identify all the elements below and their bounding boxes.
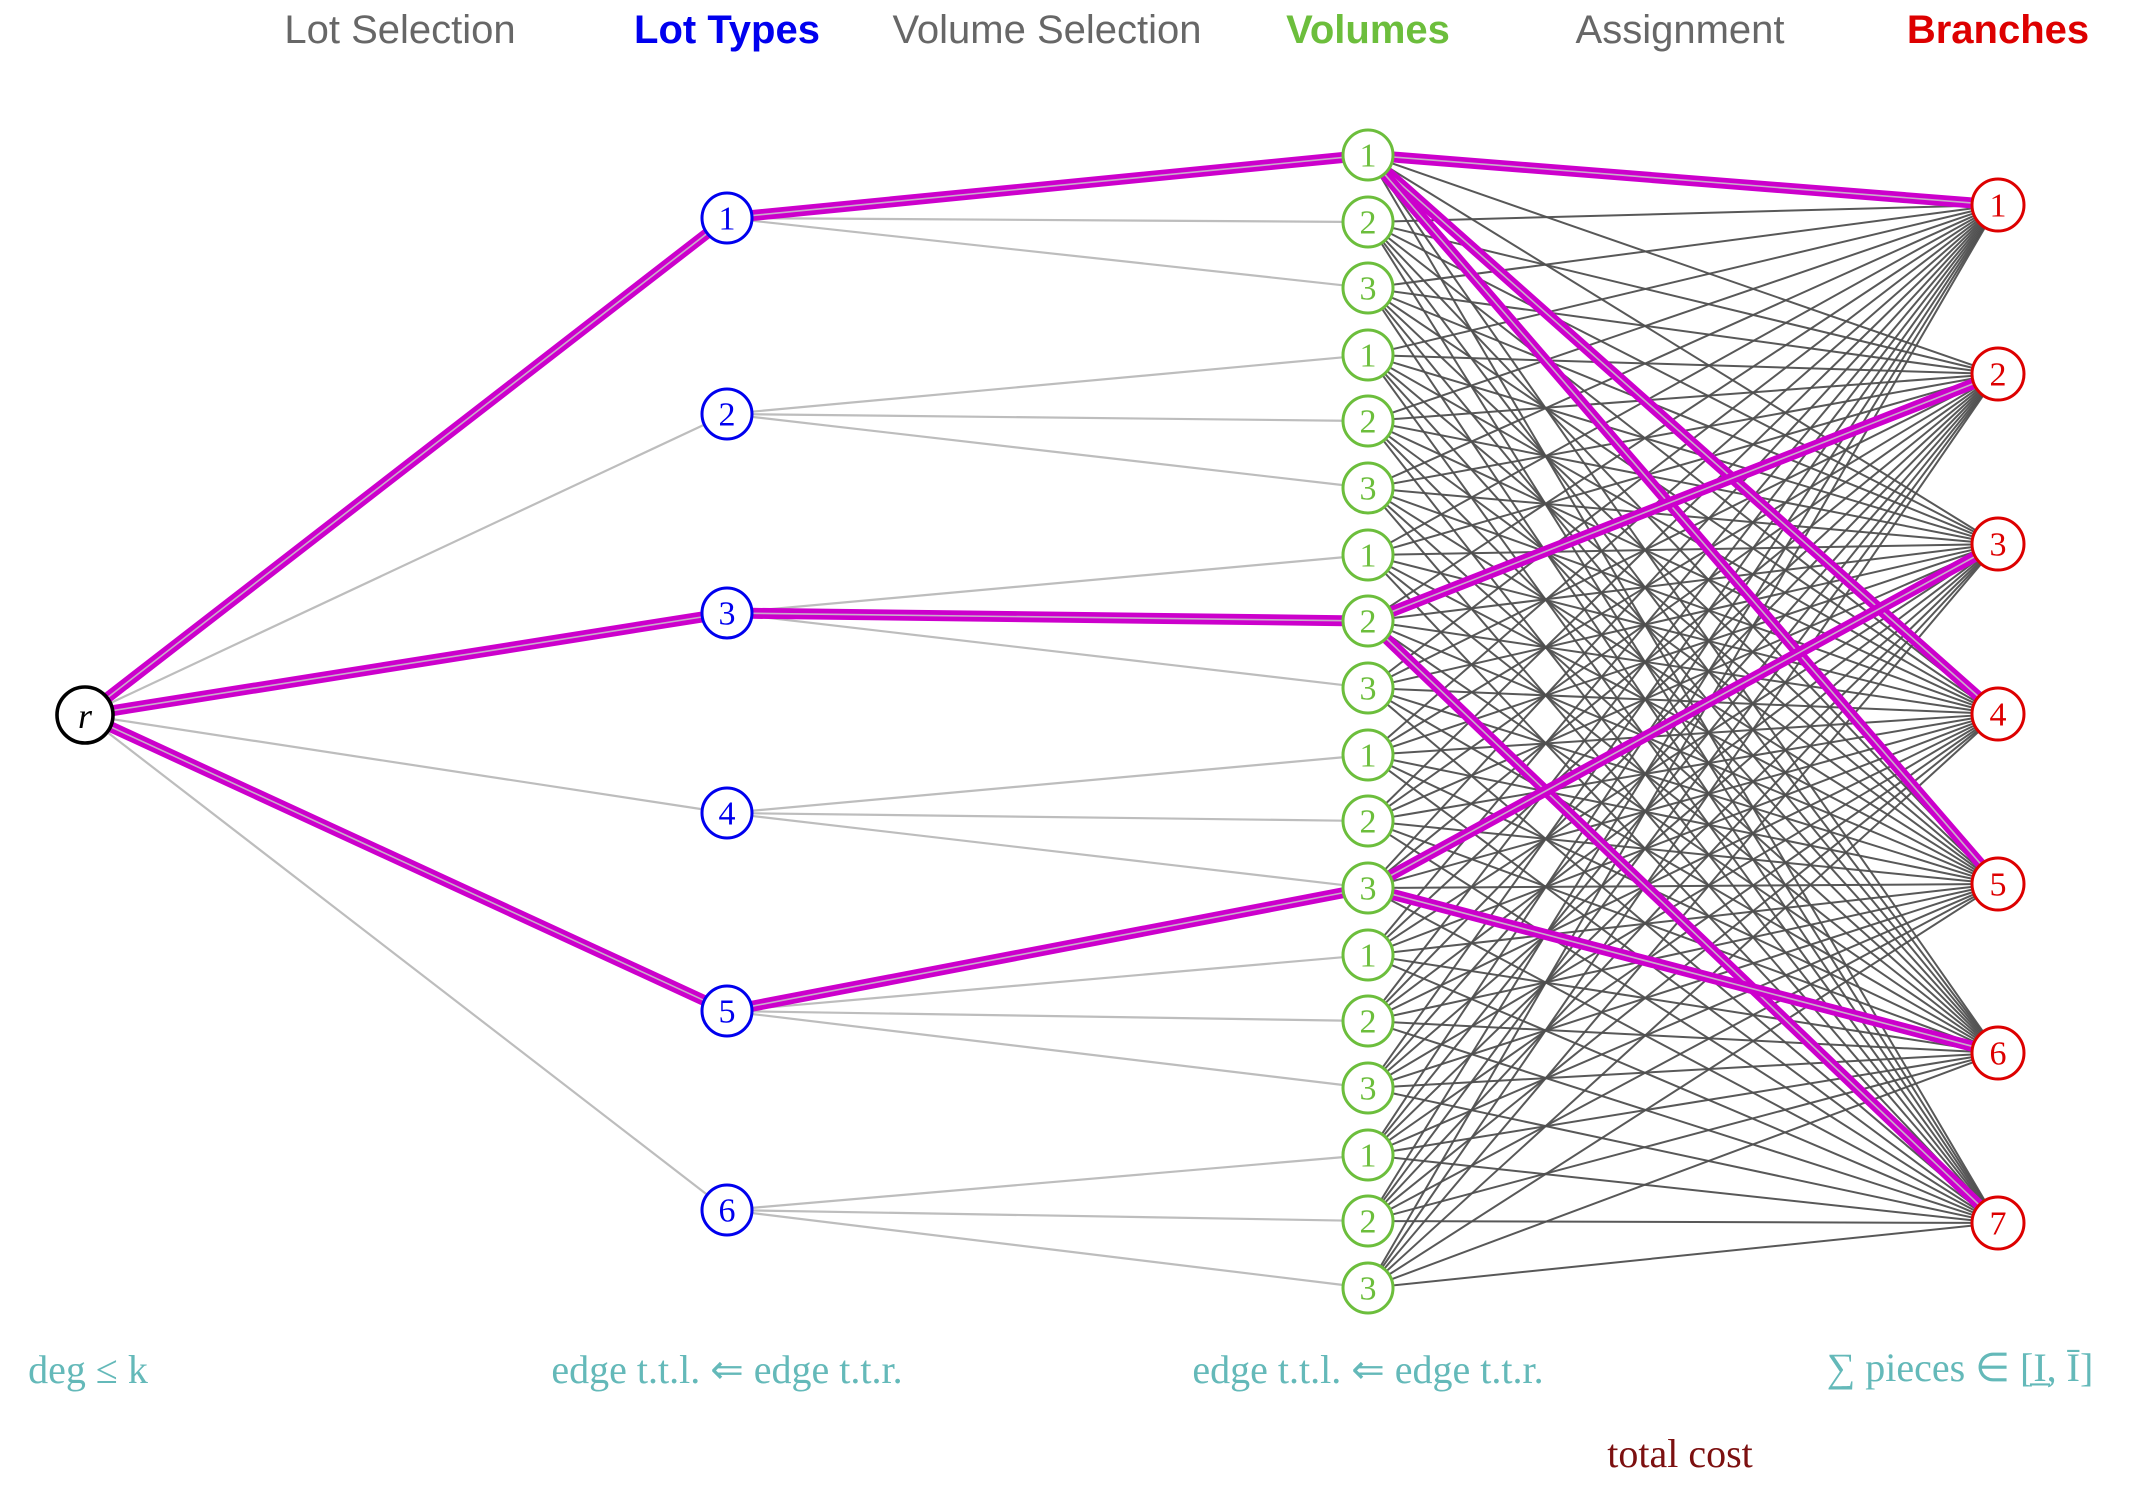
node-volume-g6-2[interactable]: 2 bbox=[1341, 1194, 1395, 1248]
node-volume-g2-2-label: 2 bbox=[1360, 404, 1377, 441]
node-volume-g1-1[interactable]: 1 bbox=[1341, 128, 1395, 182]
node-volume-g6-1-label: 1 bbox=[1360, 1138, 1377, 1175]
node-volume-g5-3-label: 3 bbox=[1360, 1071, 1377, 1108]
header-lot-types: Lot Types bbox=[634, 8, 820, 52]
node-lot-type-4[interactable]: 4 bbox=[700, 786, 754, 840]
node-volume-g2-2[interactable]: 2 bbox=[1341, 394, 1395, 448]
node-root-label: r bbox=[78, 696, 93, 736]
node-lot-type-5-label: 5 bbox=[719, 994, 736, 1031]
node-volume-g1-1-label: 1 bbox=[1360, 138, 1377, 175]
node-volume-g1-2-label: 2 bbox=[1360, 205, 1377, 242]
header-volumes: Volumes bbox=[1286, 8, 1450, 52]
node-volume-g3-2[interactable]: 2 bbox=[1341, 594, 1395, 648]
node-branch-5[interactable]: 5 bbox=[1970, 856, 2026, 912]
node-volume-g4-2-label: 2 bbox=[1360, 804, 1377, 841]
node-branch-3[interactable]: 3 bbox=[1970, 516, 2026, 572]
node-volume-g2-3-label: 3 bbox=[1360, 471, 1377, 508]
node-lot-type-3[interactable]: 3 bbox=[700, 586, 754, 640]
node-branch-7[interactable]: 7 bbox=[1970, 1195, 2026, 1251]
node-branch-2[interactable]: 2 bbox=[1970, 346, 2026, 402]
node-volume-g1-3-label: 3 bbox=[1360, 271, 1377, 308]
node-lot-type-1[interactable]: 1 bbox=[700, 191, 754, 245]
node-lot-type-2[interactable]: 2 bbox=[700, 387, 754, 441]
node-branch-2-label: 2 bbox=[1990, 357, 2007, 394]
node-volume-g3-1-label: 1 bbox=[1360, 538, 1377, 575]
constraint-lot-type-flow: edge t.t.l. ⇐ edge t.t.r. bbox=[551, 1347, 903, 1392]
node-volume-g2-1-label: 1 bbox=[1360, 338, 1377, 375]
node-volume-g4-1[interactable]: 1 bbox=[1341, 728, 1395, 782]
constraint-volume-flow: edge t.t.l. ⇐ edge t.t.r. bbox=[1192, 1347, 1544, 1392]
node-branch-6[interactable]: 6 bbox=[1970, 1025, 2026, 1081]
node-volume-g4-3[interactable]: 3 bbox=[1341, 861, 1395, 915]
node-branch-1-label: 1 bbox=[1990, 188, 2007, 225]
header-branches: Branches bbox=[1906, 8, 2090, 52]
node-lot-type-4-label: 4 bbox=[719, 796, 736, 833]
node-lot-type-6-label: 6 bbox=[719, 1193, 736, 1230]
node-lot-type-2-label: 2 bbox=[719, 397, 736, 434]
node-lot-type-3-label: 3 bbox=[719, 596, 736, 633]
node-volume-g3-1[interactable]: 1 bbox=[1341, 528, 1395, 582]
node-volume-g5-2-label: 2 bbox=[1360, 1004, 1377, 1041]
edge-group-lottypes-to-volumes bbox=[751, 156, 1344, 1287]
node-volume-g6-1[interactable]: 1 bbox=[1341, 1128, 1395, 1182]
node-group: r 1 2 3 4 5 6 1 2 3 1 2 3 1 2 3 1 2 3 1 2 3 1 2 3 1 2 3 4 5 6 7 bbox=[55, 128, 2026, 1315]
header-volume-selection: Volume Selection bbox=[892, 8, 1202, 52]
node-branch-5-label: 5 bbox=[1990, 867, 2007, 904]
node-volume-g2-3[interactable]: 3 bbox=[1341, 461, 1395, 515]
node-volume-g4-2[interactable]: 2 bbox=[1341, 794, 1395, 848]
node-volume-g1-3[interactable]: 3 bbox=[1341, 261, 1395, 315]
node-volume-g5-1[interactable]: 1 bbox=[1341, 928, 1395, 982]
node-volume-g6-3-label: 3 bbox=[1360, 1271, 1377, 1308]
node-volume-g2-1[interactable]: 1 bbox=[1341, 328, 1395, 382]
node-volume-g5-3[interactable]: 3 bbox=[1341, 1061, 1395, 1115]
node-branch-3-label: 3 bbox=[1990, 527, 2007, 564]
node-volume-g1-2[interactable]: 2 bbox=[1341, 195, 1395, 249]
node-branch-4[interactable]: 4 bbox=[1970, 686, 2026, 742]
node-volume-g5-1-label: 1 bbox=[1360, 938, 1377, 975]
node-branch-1[interactable]: 1 bbox=[1970, 177, 2026, 233]
node-lot-type-5[interactable]: 5 bbox=[700, 984, 754, 1038]
node-volume-g6-2-label: 2 bbox=[1360, 1204, 1377, 1241]
diagram-canvas: r 1 2 3 4 5 6 1 2 3 1 2 3 1 2 3 1 2 3 1 2 3 1 2 3 1 2 3 4 5 6 7 Lot Sel… bbox=[0, 0, 2140, 1499]
node-volume-g3-2-label: 2 bbox=[1360, 604, 1377, 641]
objective-total-cost: total cost bbox=[1607, 1431, 1753, 1476]
node-volume-g5-2[interactable]: 2 bbox=[1341, 994, 1395, 1048]
header-assignment: Assignment bbox=[1575, 8, 1785, 52]
node-branch-4-label: 4 bbox=[1990, 697, 2007, 734]
node-volume-g4-1-label: 1 bbox=[1360, 738, 1377, 775]
node-branch-7-label: 7 bbox=[1990, 1206, 2007, 1243]
constraint-degree: deg ≤ k bbox=[28, 1347, 148, 1392]
header-lot-selection: Lot Selection bbox=[284, 8, 516, 52]
constraint-pieces-range: ∑ pieces ∈ [I̲, Ī] bbox=[1826, 1345, 2094, 1390]
node-volume-g4-3-label: 3 bbox=[1360, 871, 1377, 908]
node-lot-type-6[interactable]: 6 bbox=[700, 1183, 754, 1237]
network-graph-svg: r 1 2 3 4 5 6 1 2 3 1 2 3 1 2 3 1 2 3 1 2 3 1 2 3 1 2 3 4 5 6 7 bbox=[55, 128, 2026, 1315]
node-volume-g6-3[interactable]: 3 bbox=[1341, 1261, 1395, 1315]
node-volume-g3-3[interactable]: 3 bbox=[1341, 661, 1395, 715]
node-lot-type-1-label: 1 bbox=[719, 201, 736, 238]
edge-group-root-to-lottypes bbox=[106, 232, 708, 1196]
node-root[interactable]: r bbox=[55, 685, 115, 745]
node-branch-6-label: 6 bbox=[1990, 1036, 2007, 1073]
node-volume-g3-3-label: 3 bbox=[1360, 671, 1377, 708]
